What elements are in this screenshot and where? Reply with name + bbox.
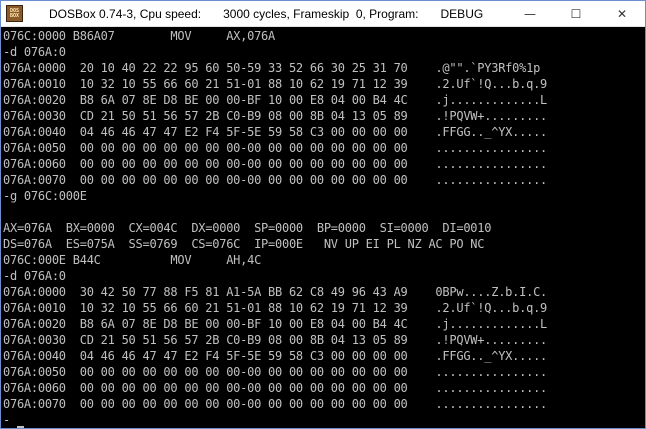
- console-line: 076A:0040 04 46 46 47 47 E2 F4 5F-5E 59 …: [3, 125, 548, 139]
- console-line: 076A:0030 CD 21 50 51 56 57 2B C0-B9 08 …: [3, 109, 548, 123]
- console-line: 076A:0010 10 32 10 55 66 60 21 51-01 88 …: [3, 77, 548, 91]
- console-line: 076A:0050 00 00 00 00 00 00 00 00-00 00 …: [3, 141, 548, 155]
- dosbox-window: DOS BOX DOSBox 0.74-3, Cpu speed: 3000 cy…: [0, 0, 646, 429]
- text-cursor: [16, 426, 24, 428]
- close-icon: ✕: [616, 6, 628, 21]
- app-icon-label-bottom: BOX: [9, 12, 20, 19]
- window-controls: — ☐ ✕: [507, 1, 645, 26]
- console-line: 076A:0020 B8 6A 07 8E D8 BE 00 00-BF 10 …: [3, 317, 548, 331]
- console-line: 076A:0070 00 00 00 00 00 00 00 00-00 00 …: [3, 397, 548, 411]
- console-line: 076A:0020 B8 6A 07 8E D8 BE 00 00-BF 10 …: [3, 93, 548, 107]
- console-line: 076A:0030 CD 21 50 51 56 57 2B C0-B9 08 …: [3, 333, 548, 347]
- title-cycles: 3000 cycles, Frameskip 0, Program:: [223, 6, 419, 21]
- console-line: 076A:0050 00 00 00 00 00 00 00 00-00 00 …: [3, 365, 548, 379]
- console-line: 076C:000E B44C MOV AH,4C: [3, 253, 262, 267]
- maximize-button[interactable]: ☐: [553, 1, 599, 26]
- title-speed: DOSBox 0.74-3, Cpu speed:: [49, 6, 202, 21]
- console-line: 076A:0060 00 00 00 00 00 00 00 00-00 00 …: [3, 381, 548, 395]
- dosbox-app-icon[interactable]: DOS BOX: [6, 5, 23, 22]
- title-program: DEBUG: [440, 6, 484, 21]
- console-line: 076A:0040 04 46 46 47 47 E2 F4 5F-5E 59 …: [3, 349, 548, 363]
- minimize-icon: —: [524, 6, 536, 21]
- console-line: 076A:0000 20 10 40 22 22 95 60 50-59 33 …: [3, 61, 541, 75]
- prompt-symbol: -: [3, 413, 10, 427]
- command-prompt-line[interactable]: -: [3, 412, 643, 428]
- console-line: 076A:0070 00 00 00 00 00 00 00 00-00 00 …: [3, 173, 548, 187]
- console-line: DS=076A ES=075A SS=0769 CS=076C IP=000E …: [3, 237, 485, 251]
- console-output: 076C:0000 B86A07 MOV AX,076A -d 076A:0 076…: [3, 28, 643, 412]
- console-line: 076A:0000 30 42 50 77 88 F5 81 A1-5A BB …: [3, 285, 548, 299]
- console-line: 076C:0000 B86A07 MOV AX,076A: [3, 29, 276, 43]
- console-line: -d 076A:0: [3, 45, 66, 59]
- maximize-icon: ☐: [570, 6, 582, 21]
- console-line: -d 076A:0: [3, 269, 66, 283]
- console-line: 076A:0010 10 32 10 55 66 60 21 51-01 88 …: [3, 301, 548, 315]
- minimize-button[interactable]: —: [507, 1, 553, 26]
- dos-console[interactable]: 076C:0000 B86A07 MOV AX,076A -d 076A:0 076…: [3, 28, 643, 428]
- console-line: 076A:0060 00 00 00 00 00 00 00 00-00 00 …: [3, 157, 548, 171]
- console-line: AX=076A BX=0000 CX=004C DX=0000 SP=0000 …: [3, 221, 492, 235]
- title-bar[interactable]: DOS BOX DOSBox 0.74-3, Cpu speed: 3000 cy…: [1, 1, 645, 27]
- close-button[interactable]: ✕: [599, 1, 645, 26]
- console-line: -g 076C:000E: [3, 189, 87, 203]
